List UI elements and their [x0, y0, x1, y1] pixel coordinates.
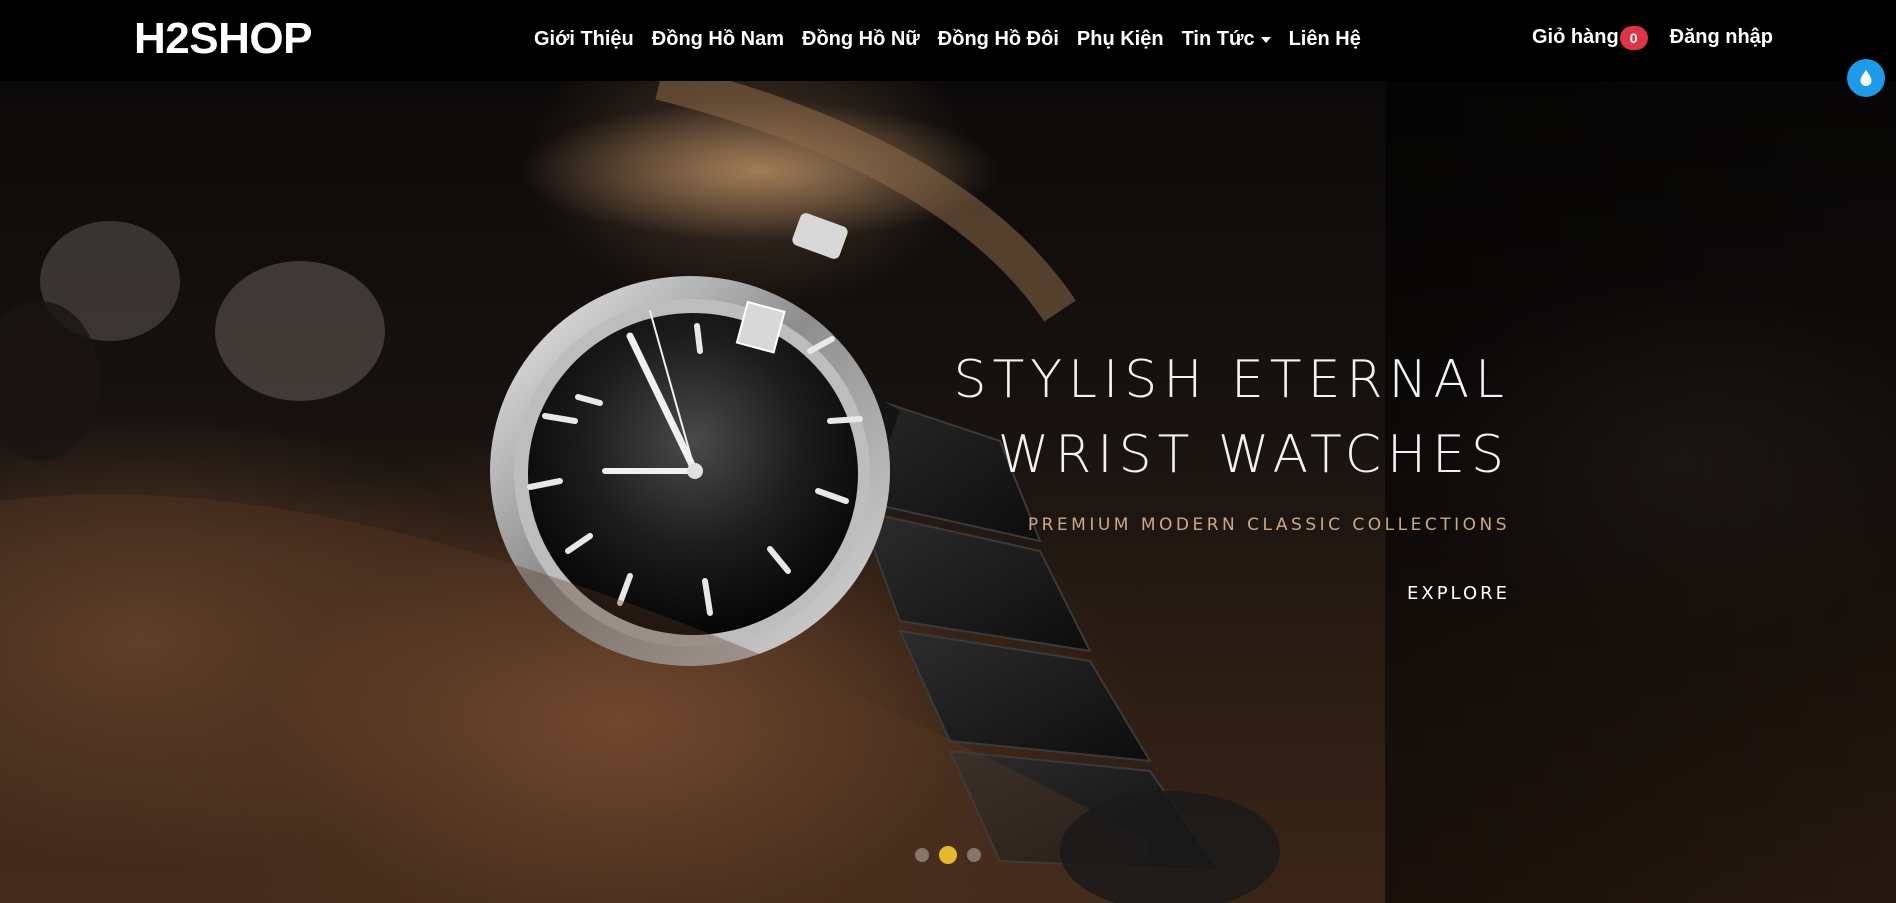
nav-actions: Giỏ hàng 0 Đăng nhập [1532, 24, 1773, 50]
nav-link-lien-he[interactable]: Liên Hệ [1289, 28, 1361, 51]
hero-title-line-1: STYLISH ETERNAL [953, 350, 1510, 410]
cart-count-badge: 0 [1619, 26, 1648, 50]
nav-item-dong-ho-doi: Đồng Hồ Đôi [938, 28, 1059, 51]
hero-subtitle: PREMIUM MODERN CLASSIC COLLECTIONS [1027, 515, 1510, 535]
hero-title-line-2: WRIST WATCHES [997, 425, 1510, 485]
nav-item-phu-kien: Phụ Kiện [1077, 28, 1164, 51]
nav-link-dong-ho-nam[interactable]: Đồng Hồ Nam [652, 28, 784, 51]
hero-carousel: STYLISH ETERNAL WRIST WATCHES PREMIUM MO… [0, 81, 1896, 903]
nav-link-phu-kien[interactable]: Phụ Kiện [1077, 28, 1164, 51]
top-navbar: H2SHOP Giới Thiệu Đồng Hồ Nam Đồng Hồ Nữ… [0, 0, 1896, 81]
water-drop-icon [1860, 70, 1872, 86]
nav-item-lien-he: Liên Hệ [1289, 28, 1361, 51]
brand-logo[interactable]: H2SHOP [134, 14, 312, 64]
cart-label: Giỏ hàng [1532, 25, 1619, 48]
nav-link-dong-ho-nu[interactable]: Đồng Hồ Nữ [802, 28, 920, 51]
carousel-indicator-1[interactable] [915, 848, 929, 862]
hero-caption: STYLISH ETERNAL WRIST WATCHES PREMIUM MO… [953, 343, 1510, 604]
cart-link[interactable]: Giỏ hàng 0 [1532, 24, 1648, 50]
carousel-indicator-2[interactable] [939, 846, 957, 864]
nav-link-gioi-thieu[interactable]: Giới Thiệu [534, 28, 634, 51]
nav-link-dong-ho-doi[interactable]: Đồng Hồ Đôi [938, 28, 1059, 51]
theme-toggle-button[interactable] [1847, 59, 1885, 97]
main-nav: Giới Thiệu Đồng Hồ Nam Đồng Hồ Nữ Đồng H… [534, 26, 1361, 52]
nav-item-tin-tuc: Tin Tức [1182, 28, 1271, 51]
explore-button[interactable]: EXPLORE [1407, 583, 1510, 604]
nav-item-gioi-thieu: Giới Thiệu [534, 28, 634, 51]
nav-item-dong-ho-nam: Đồng Hồ Nam [652, 28, 784, 51]
login-link[interactable]: Đăng nhập [1670, 26, 1773, 49]
carousel-indicators [0, 846, 1896, 864]
caret-down-icon [1260, 37, 1271, 43]
nav-dropdown-tin-tuc[interactable]: Tin Tức [1182, 28, 1271, 51]
nav-item-dong-ho-nu: Đồng Hồ Nữ [802, 28, 920, 51]
nav-dropdown-label: Tin Tức [1181, 27, 1255, 50]
carousel-indicator-3[interactable] [967, 848, 981, 862]
